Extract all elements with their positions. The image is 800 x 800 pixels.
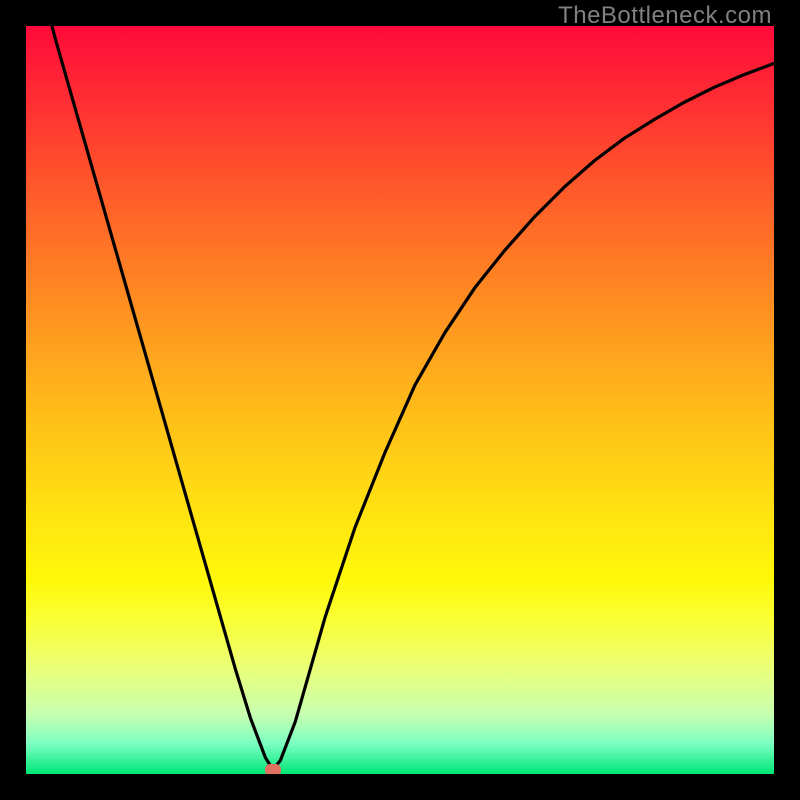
watermark-text: TheBottleneck.com [558,2,772,30]
chart-frame: TheBottleneck.com [0,0,800,800]
bottleneck-curve [26,26,774,774]
min-marker [265,764,281,775]
plot-area [26,26,774,774]
